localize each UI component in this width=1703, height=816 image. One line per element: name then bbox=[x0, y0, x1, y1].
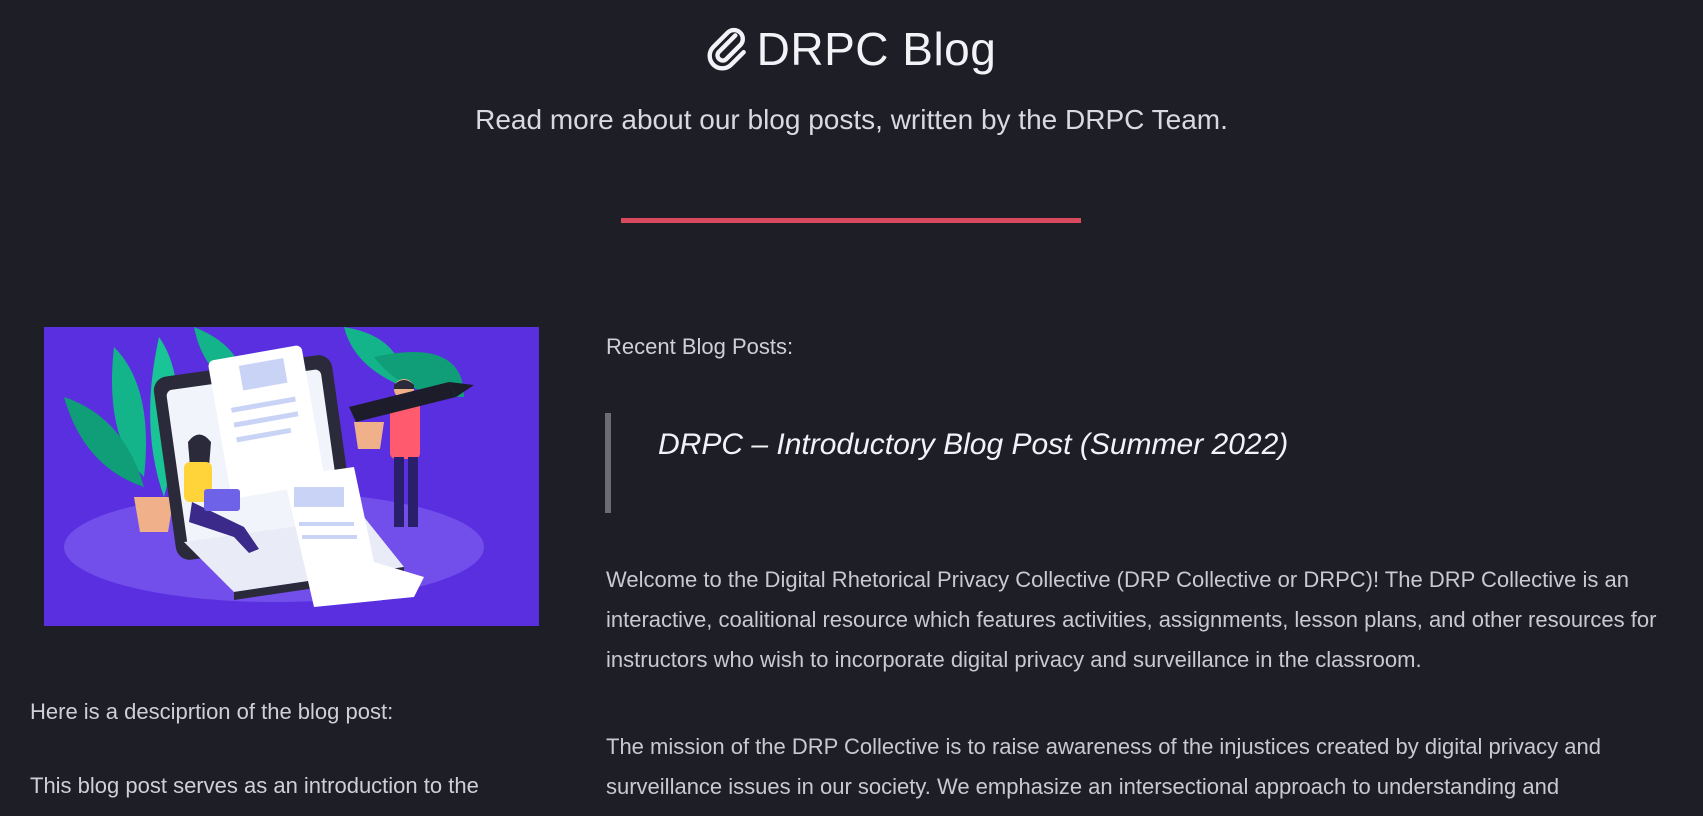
page-subtitle: Read more about our blog posts, written … bbox=[475, 104, 1228, 135]
page-title: DRPC Blog bbox=[756, 23, 997, 75]
mission-paragraph: The mission of the DRP Collective is to … bbox=[606, 734, 1601, 799]
description-label: Here is a desciprtion of the blog post: bbox=[30, 699, 394, 724]
blog-post-link[interactable]: DRPC – Introductory Blog Post (Summer 20… bbox=[658, 428, 1288, 462]
paperclip-icon bbox=[707, 27, 746, 71]
intro-paragraph: Welcome to the Digital Rhetorical Privac… bbox=[606, 567, 1657, 672]
title-row: DRPC Blog bbox=[0, 14, 1703, 84]
blog-hero-illustration bbox=[44, 327, 539, 626]
hero-illustration-graphic bbox=[44, 327, 539, 626]
description-text: This blog post serves as an introduction… bbox=[30, 773, 479, 798]
blockquote-bar bbox=[605, 413, 611, 513]
header-divider bbox=[621, 218, 1081, 223]
recent-posts-label: Recent Blog Posts: bbox=[606, 334, 794, 359]
